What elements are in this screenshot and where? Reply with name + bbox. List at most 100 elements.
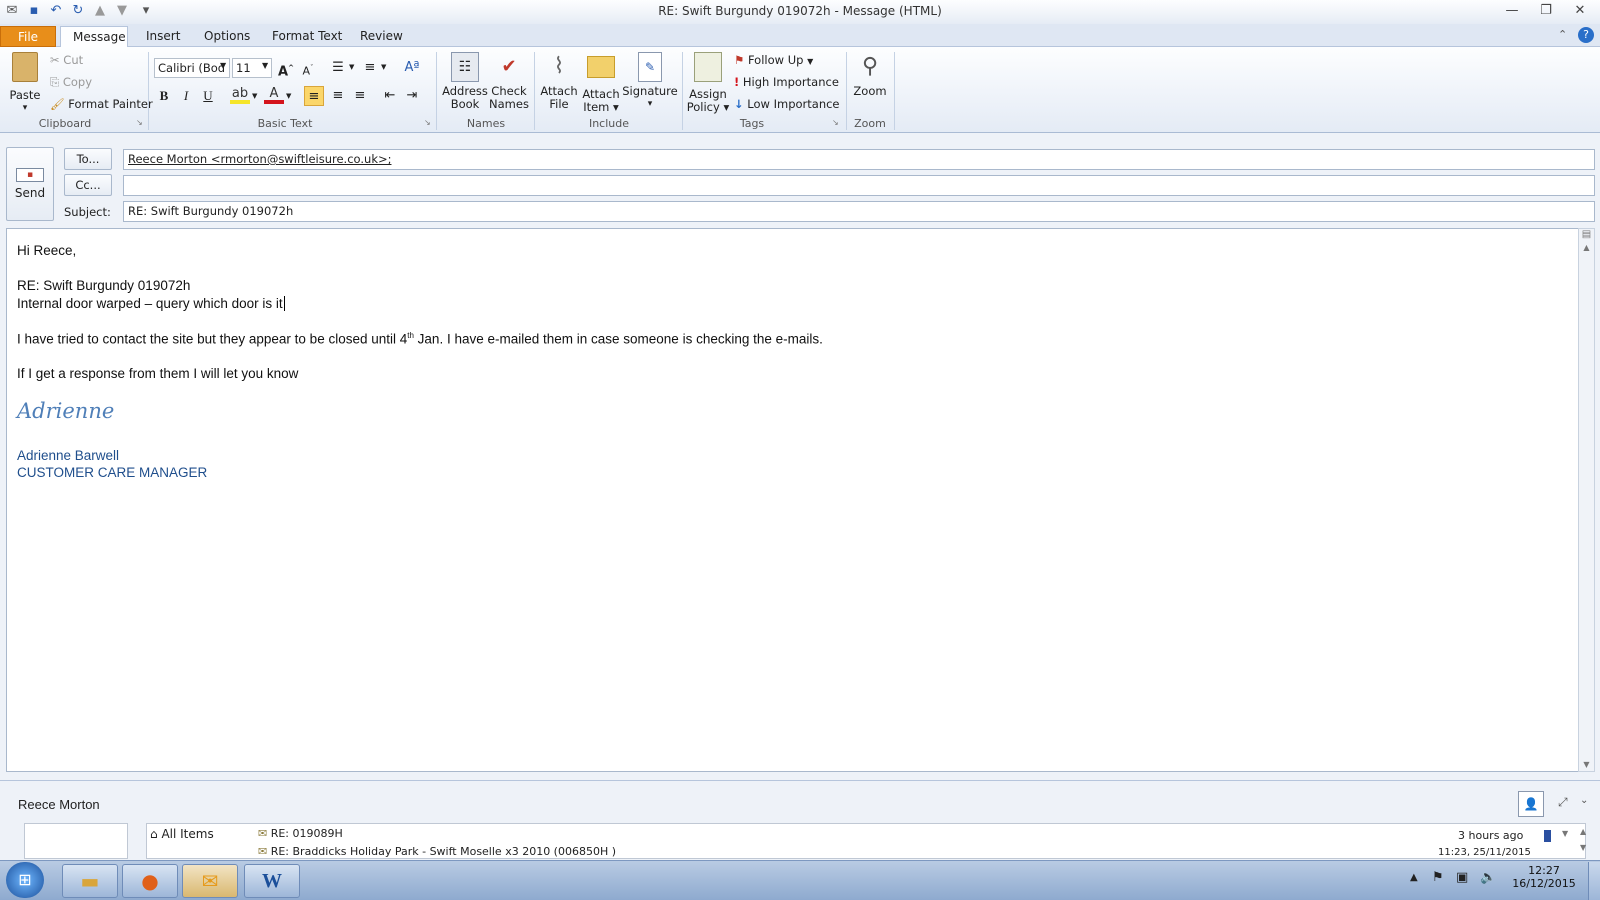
attach-item-button[interactable]: Attach Item ▾ (580, 52, 622, 114)
align-right-icon[interactable]: ≡ (350, 86, 370, 106)
follow-up-dropdown-icon: ▼ (807, 57, 814, 66)
activity-item[interactable]: ✉ RE: 019089H (258, 827, 343, 840)
format-painter-button[interactable]: 🖌 Format Painter (50, 97, 153, 111)
shrink-font-icon[interactable]: Aˇ (298, 58, 318, 78)
align-center-icon[interactable]: ≡ (328, 86, 348, 106)
redo-icon[interactable]: ↻ (70, 3, 86, 19)
to-button[interactable]: To... (64, 148, 112, 170)
scroll-down-icon[interactable]: ▼ (1579, 760, 1594, 769)
numbering-icon[interactable]: ≡ (360, 58, 380, 78)
tab-options[interactable]: Options (192, 26, 262, 47)
bullets-icon[interactable]: ☰ (328, 58, 348, 78)
copy-button[interactable]: ⎘ Copy (50, 75, 92, 90)
to-recipient[interactable]: Reece Morton <rmorton@swiftleisure.co.uk… (128, 152, 391, 166)
outlook-app-icon[interactable]: ✉ (4, 3, 20, 19)
grow-font-icon[interactable]: A^ (276, 58, 296, 79)
activity-item[interactable]: ✉ RE: Braddicks Holiday Park - Swift Mos… (258, 845, 616, 859)
tab-insert[interactable]: Insert (134, 26, 192, 47)
message-body[interactable]: Hi Reece, RE: Swift Burgundy 019072h Int… (6, 228, 1581, 772)
tags-launcher-icon[interactable]: ↘ (832, 118, 839, 127)
people-contact-name: Reece Morton (18, 797, 100, 812)
signature-button[interactable]: ✎ Signature ▾ (622, 52, 678, 111)
font-name-combo[interactable]: Calibri (Bod (154, 58, 230, 78)
clock[interactable]: 12:27 16/12/2015 (1504, 864, 1584, 890)
action-center-icon[interactable]: ⚑ (1432, 870, 1444, 885)
volume-icon[interactable]: 🔈 (1480, 870, 1496, 885)
subject-field[interactable]: RE: Swift Burgundy 019072h (123, 201, 1595, 222)
zoom-button[interactable]: ⚲ Zoom (852, 52, 888, 98)
explorer-taskbar-icon[interactable]: ▬ (62, 864, 118, 898)
signature-title: CUSTOMER CARE MANAGER (17, 465, 208, 480)
highlight-icon[interactable]: ab (230, 86, 250, 104)
show-desktop-button[interactable] (1588, 862, 1600, 900)
follow-up-button[interactable]: ⚑ Follow Up ▼ (734, 53, 813, 67)
all-items-filter[interactable]: ⌂ All Items (150, 827, 250, 841)
low-importance-button[interactable]: ↓ Low Importance (734, 97, 840, 111)
align-left-icon[interactable]: ≡ (304, 86, 324, 106)
down-arrow-icon[interactable]: ▼ (114, 3, 130, 19)
paste-button[interactable]: Paste ▾ (8, 52, 42, 115)
to-field[interactable]: Reece Morton <rmorton@swiftleisure.co.uk… (123, 149, 1595, 170)
send-button[interactable]: ▪ Send (6, 147, 54, 221)
show-hidden-icons[interactable]: ▲ (1410, 872, 1418, 883)
bold-icon[interactable]: B (154, 86, 174, 106)
scroll-up-icon[interactable]: ▲ (1579, 243, 1594, 257)
italic-icon[interactable]: I (176, 86, 196, 106)
numbering-dropdown-icon[interactable]: ▼ (381, 63, 386, 71)
tab-file[interactable]: File (0, 26, 56, 47)
check-names-button[interactable]: ✔ Check Names (488, 52, 530, 111)
tab-review[interactable]: Review (348, 26, 415, 47)
outlook-taskbar-icon[interactable]: ✉ (182, 864, 238, 898)
increase-indent-icon[interactable]: ⇥ (402, 86, 422, 106)
body-scrollbar[interactable]: ▤ ▲ ▼ (1578, 228, 1595, 772)
undo-icon[interactable]: ↶ (48, 3, 64, 19)
firefox-taskbar-icon[interactable]: ● (122, 864, 178, 898)
up-arrow-icon[interactable]: ▲ (92, 3, 108, 19)
ruler-toggle-icon[interactable]: ▤ (1579, 229, 1594, 243)
restore-button[interactable]: ❐ (1532, 2, 1560, 20)
check-names-label-2: Names (489, 97, 529, 111)
cc-field[interactable] (123, 175, 1595, 196)
tab-format-text[interactable]: Format Text (260, 26, 354, 47)
underline-icon[interactable]: U (198, 86, 218, 106)
word-taskbar-icon[interactable]: W (244, 864, 300, 898)
item-dropdown-icon[interactable]: ▼ (1562, 829, 1568, 838)
tab-message[interactable]: Message (60, 26, 128, 48)
cut-button[interactable]: ✂ Cut (50, 53, 83, 67)
expand-pane-icon[interactable]: ⤢ (1558, 795, 1568, 810)
clipboard-launcher-icon[interactable]: ↘ (136, 118, 143, 127)
format-painter-label: Format Painter (68, 97, 153, 111)
clipboard-icon (12, 52, 38, 82)
contact-avatar-icon[interactable]: 👤 (1518, 791, 1544, 817)
body-reference: RE: Swift Burgundy 019072h (17, 278, 191, 293)
customize-qat-icon[interactable]: ▾ (138, 3, 154, 19)
high-importance-button[interactable]: ! High Importance (734, 75, 839, 89)
help-icon[interactable]: ? (1578, 27, 1594, 43)
styles-icon[interactable]: Aª (402, 58, 422, 78)
size-dropdown-icon[interactable]: ▼ (262, 61, 268, 70)
save-icon[interactable]: ▪ (26, 3, 42, 19)
start-button[interactable]: ⊞ (6, 862, 44, 898)
font-color-dropdown-icon[interactable]: ▼ (286, 92, 291, 100)
attach-item-label-2: Item ▾ (583, 100, 619, 114)
pane-scroll-down-icon[interactable]: ▼ (1580, 843, 1586, 852)
font-dropdown-icon[interactable]: ▼ (220, 61, 226, 70)
assign-policy-button[interactable]: Assign Policy ▾ (686, 52, 730, 114)
category-flag-icon[interactable] (1544, 830, 1551, 842)
minimize-ribbon-icon[interactable]: ⌃ (1558, 28, 1567, 41)
title-bar: RE: Swift Burgundy 019072h - Message (HT… (0, 0, 1600, 24)
minimize-button[interactable]: — (1498, 2, 1526, 20)
close-button[interactable]: ✕ (1566, 2, 1594, 20)
basic-text-launcher-icon[interactable]: ↘ (424, 118, 431, 127)
pane-scroll-up-icon[interactable]: ▲ (1580, 827, 1586, 836)
bullets-dropdown-icon[interactable]: ▼ (349, 63, 354, 71)
highlight-dropdown-icon[interactable]: ▼ (252, 92, 257, 100)
attach-file-button[interactable]: ⌇ Attach File (538, 52, 580, 111)
network-icon[interactable]: ▣ (1456, 870, 1468, 885)
decrease-indent-icon[interactable]: ⇤ (380, 86, 400, 106)
address-book-button[interactable]: ☷ Address Book (442, 52, 488, 111)
collapse-pane-icon[interactable]: ⌄ (1580, 795, 1588, 806)
paste-label: Paste (9, 88, 41, 102)
font-color-icon[interactable]: A (264, 86, 284, 104)
cc-button[interactable]: Cc... (64, 174, 112, 196)
